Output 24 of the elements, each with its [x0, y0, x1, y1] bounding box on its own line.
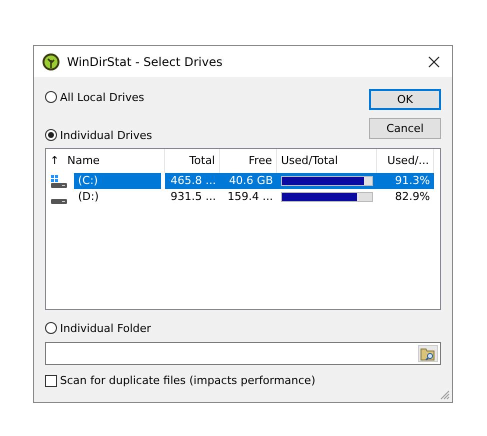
table-cell: 40.6 GB	[220, 173, 277, 189]
table-cell: 91.3%	[377, 173, 434, 189]
drive-name: (D:)	[77, 189, 100, 205]
table-cell-text: 159.4 ...	[226, 189, 274, 205]
resize-grip-icon[interactable]	[440, 390, 450, 400]
ok-button[interactable]: OK	[369, 89, 441, 110]
radio-option[interactable]: Individual Folder	[45, 320, 441, 336]
radio-option[interactable]: All Local Drives	[45, 89, 152, 105]
table-cell-text: 82.9%	[394, 189, 431, 205]
tree-logo-icon	[42, 52, 60, 70]
close-icon[interactable]	[428, 56, 440, 68]
browse-folder-button[interactable]	[418, 345, 438, 362]
table-cell: 465.8 ...	[165, 173, 220, 189]
system-drive-icon	[51, 175, 67, 188]
drive-name: (C:)	[74, 173, 161, 189]
cancel-button[interactable]: Cancel	[369, 118, 441, 139]
radio-option[interactable]: Individual Drives	[45, 127, 152, 143]
drive-row[interactable]: (C:) 465.8 ... 40.6 GB 91.3%	[46, 173, 440, 189]
folder-field[interactable]	[45, 342, 441, 365]
table-cell-text: 931.5 ...	[170, 189, 217, 205]
drive-row[interactable]: (D:) 931.5 ... 159.4 ... 82.9%	[46, 189, 440, 205]
drive-icon	[51, 199, 67, 204]
duplicates-checkbox[interactable]: Scan for duplicate files (impacts performance)	[45, 374, 441, 387]
window-title: WinDirStat - Select Drives	[67, 54, 224, 68]
